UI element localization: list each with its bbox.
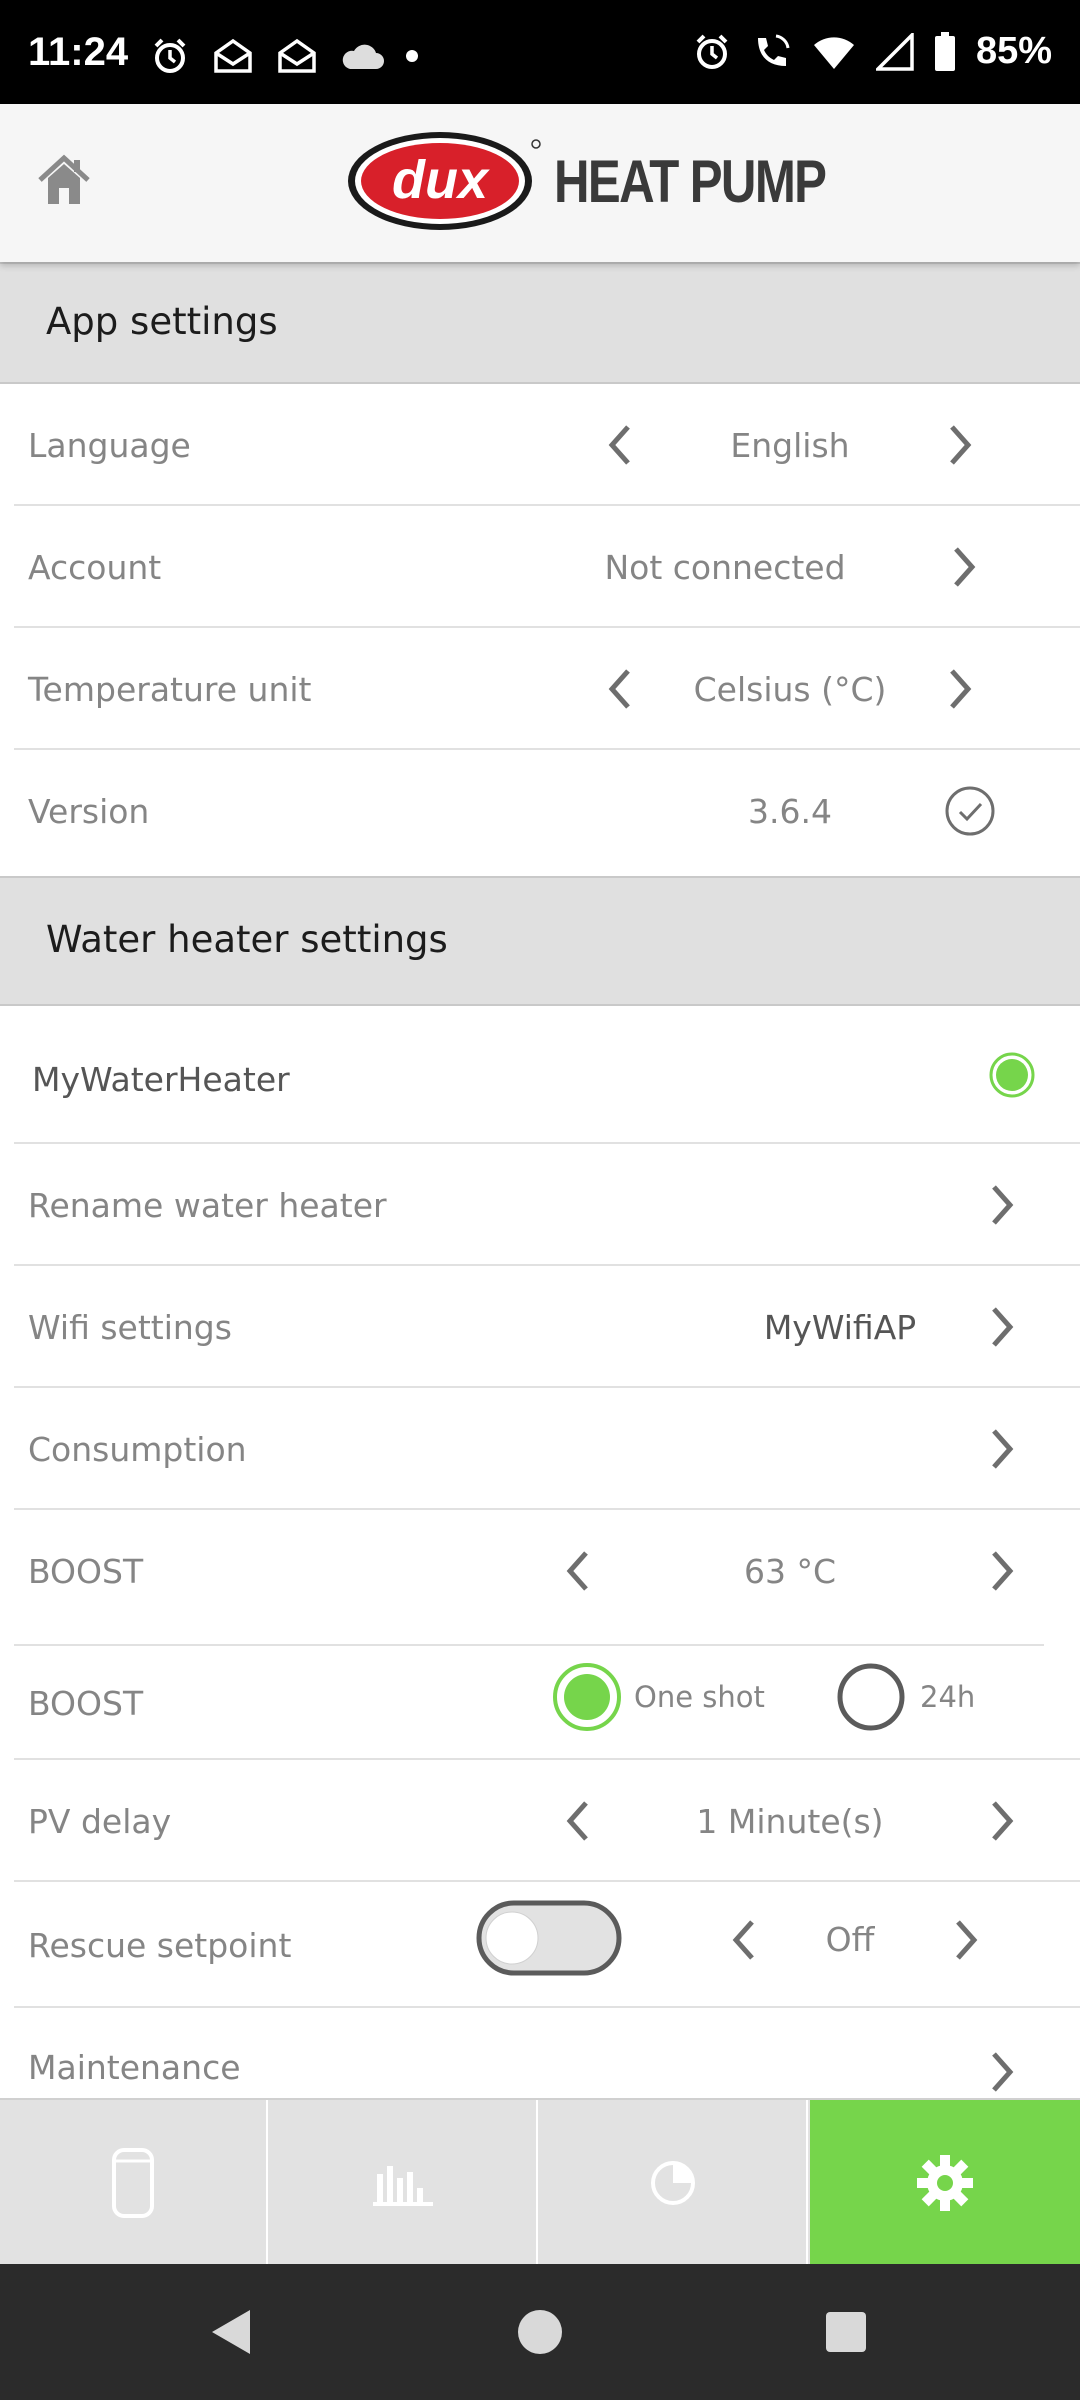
boost-label: BOOST bbox=[28, 1552, 144, 1591]
radio-one-shot-icon[interactable] bbox=[552, 1662, 622, 1732]
mail-icon bbox=[214, 38, 252, 73]
chevron-right-icon[interactable] bbox=[982, 1181, 1022, 1229]
tab-tank[interactable] bbox=[0, 2100, 268, 2266]
language-label: Language bbox=[28, 426, 191, 465]
temperature-unit-label: Temperature unit bbox=[28, 670, 312, 709]
water-heater-settings-header: Water heater settings bbox=[0, 876, 1080, 1006]
pv-delay-value: 1 Minute(s) bbox=[696, 1802, 884, 1841]
rescue-setpoint-row: Rescue setpoint Off bbox=[0, 1882, 1080, 2008]
gear-icon bbox=[917, 2155, 973, 2211]
account-label: Account bbox=[28, 548, 162, 587]
version-label: Version bbox=[28, 792, 150, 831]
account-value: Not connected bbox=[604, 548, 846, 587]
device-name: MyWaterHeater bbox=[32, 1060, 290, 1099]
chevron-right-icon[interactable] bbox=[982, 1303, 1022, 1351]
chevron-left-icon[interactable] bbox=[600, 665, 640, 713]
pie-chart-icon bbox=[651, 2161, 695, 2205]
account-row[interactable]: Account Not connected bbox=[0, 506, 1080, 628]
radio-one-shot-label: One shot bbox=[634, 1680, 765, 1714]
chevron-right-icon[interactable] bbox=[944, 543, 984, 591]
tab-settings[interactable] bbox=[810, 2100, 1080, 2266]
consumption-label: Consumption bbox=[28, 1430, 247, 1469]
wifi-settings-row[interactable]: Wifi settings MyWifiAP bbox=[0, 1266, 1080, 1388]
system-icons: 85% bbox=[692, 30, 1052, 73]
rescue-toggle[interactable] bbox=[476, 1900, 622, 1976]
bar-chart-icon bbox=[373, 2166, 433, 2206]
dux-logo: dux HEAT PUMP bbox=[346, 128, 885, 234]
recents-button[interactable] bbox=[786, 2264, 906, 2400]
radio-24h-label: 24h bbox=[920, 1680, 976, 1714]
consumption-row[interactable]: Consumption bbox=[0, 1388, 1080, 1510]
notification-icons bbox=[150, 36, 418, 76]
dot-icon bbox=[406, 50, 418, 62]
wifi-label: Wifi settings bbox=[28, 1308, 232, 1347]
boost-temperature-value: 63 °C bbox=[743, 1552, 837, 1591]
temperature-unit-row: Temperature unit Celsius (°C) bbox=[0, 628, 1080, 750]
system-nav-bar bbox=[0, 2264, 1080, 2400]
rename-label: Rename water heater bbox=[28, 1186, 387, 1225]
chevron-right-icon[interactable] bbox=[940, 665, 980, 713]
status-dot-icon bbox=[989, 1052, 1035, 1098]
battery-percent: 85% bbox=[975, 30, 1052, 72]
app-bar: dux HEAT PUMP bbox=[0, 104, 1080, 262]
version-value: 3.6.4 bbox=[748, 792, 832, 831]
chevron-right-icon[interactable] bbox=[982, 1797, 1022, 1845]
app-settings-header: App settings bbox=[0, 262, 1080, 384]
language-row: Language English bbox=[0, 384, 1080, 506]
wifi-value: MyWifiAP bbox=[763, 1308, 917, 1347]
svg-text:dux: dux bbox=[392, 150, 490, 210]
status-time: 11:24 bbox=[28, 30, 129, 74]
chevron-left-icon[interactable] bbox=[724, 1916, 764, 1964]
pv-delay-label: PV delay bbox=[28, 1802, 172, 1841]
back-icon bbox=[212, 2310, 250, 2354]
section-title: Water heater settings bbox=[46, 918, 448, 961]
recents-icon bbox=[826, 2312, 866, 2352]
tank-icon bbox=[112, 2148, 154, 2218]
mail-icon bbox=[278, 38, 316, 73]
boost-temperature-row: BOOST 63 °C bbox=[0, 1510, 1080, 1646]
home-icon[interactable] bbox=[36, 152, 92, 208]
alarm-icon bbox=[696, 34, 728, 69]
chevron-right-icon[interactable] bbox=[982, 2048, 1022, 2096]
rename-row[interactable]: Rename water heater bbox=[0, 1144, 1080, 1266]
wifi-call-icon bbox=[757, 34, 790, 66]
signal-icon bbox=[875, 32, 914, 71]
alarm-icon bbox=[154, 38, 186, 73]
battery-icon bbox=[934, 31, 955, 71]
maintenance-label: Maintenance bbox=[28, 2048, 241, 2087]
language-value: English bbox=[730, 426, 850, 465]
maintenance-row[interactable]: Maintenance bbox=[0, 2008, 1080, 2098]
back-button[interactable] bbox=[170, 2264, 290, 2400]
version-row: Version 3.6.4 bbox=[0, 750, 1080, 872]
cloud-icon bbox=[342, 44, 384, 69]
dux-logo-badge: dux bbox=[348, 132, 541, 230]
boost-mode-label: BOOST bbox=[28, 1684, 144, 1723]
temperature-unit-value: Celsius (°C) bbox=[693, 670, 887, 709]
logo-text: HEAT PUMP bbox=[554, 147, 827, 215]
check-circle-icon bbox=[945, 786, 995, 836]
chevron-right-icon[interactable] bbox=[982, 1547, 1022, 1595]
home-nav-button[interactable] bbox=[480, 2264, 600, 2400]
home-circle-icon bbox=[518, 2310, 562, 2354]
device-row[interactable]: MyWaterHeater bbox=[0, 1006, 1080, 1144]
tab-statistics[interactable] bbox=[270, 2100, 538, 2266]
chevron-left-icon[interactable] bbox=[600, 421, 640, 469]
boost-mode-row: BOOST One shot 24h bbox=[0, 1646, 1080, 1760]
chevron-left-icon[interactable] bbox=[558, 1547, 598, 1595]
status-bar: 11:24 85% bbox=[0, 0, 1080, 104]
radio-24h-icon[interactable] bbox=[836, 1662, 906, 1732]
chevron-right-icon[interactable] bbox=[940, 421, 980, 469]
tab-pie[interactable] bbox=[540, 2100, 808, 2266]
rescue-setpoint-value: Off bbox=[825, 1920, 875, 1959]
chevron-left-icon[interactable] bbox=[558, 1797, 598, 1845]
wifi-icon bbox=[813, 36, 854, 69]
chevron-right-icon[interactable] bbox=[946, 1916, 986, 1964]
section-title: App settings bbox=[46, 300, 278, 343]
bottom-nav bbox=[0, 2098, 1080, 2266]
chevron-right-icon[interactable] bbox=[982, 1425, 1022, 1473]
pv-delay-row: PV delay 1 Minute(s) bbox=[0, 1760, 1080, 1882]
rescue-setpoint-label: Rescue setpoint bbox=[28, 1926, 292, 1965]
